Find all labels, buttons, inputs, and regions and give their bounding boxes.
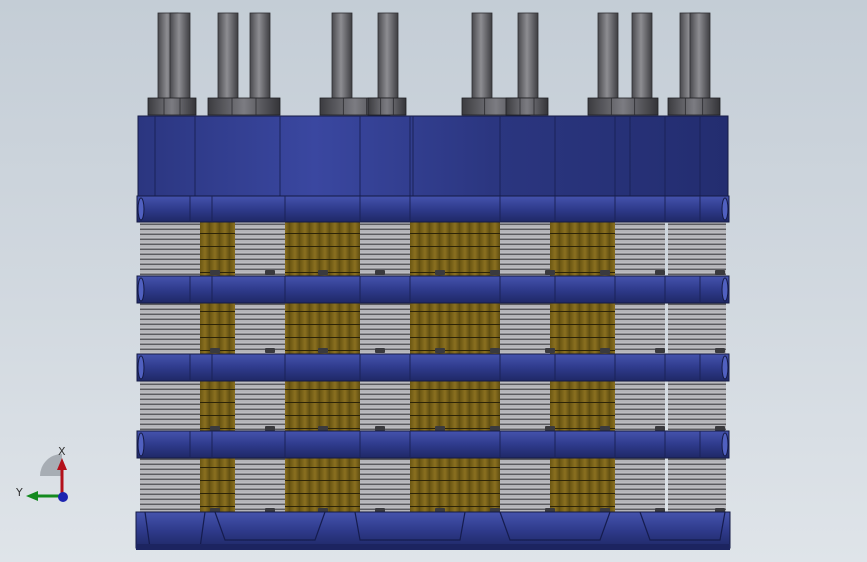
- hex-nut: [147, 97, 197, 116]
- spring-coil: [360, 380, 410, 432]
- core-nut: [715, 270, 725, 275]
- plate-end-cap: [721, 432, 729, 457]
- spring-coil: [500, 302, 550, 354]
- spring-coil: [668, 302, 726, 354]
- clamp-plate: [136, 275, 730, 304]
- plate-end-cap: [137, 277, 145, 302]
- bolt-stud: [249, 12, 271, 102]
- top-block: [137, 115, 729, 199]
- plate-end-cap: [721, 355, 729, 380]
- core-nut: [265, 426, 275, 431]
- clamp-plate: [136, 353, 730, 382]
- spring-coil: [668, 222, 726, 276]
- core-nut: [375, 270, 385, 275]
- spring-coil: [140, 380, 200, 432]
- core-nut: [655, 426, 665, 431]
- spring-coil: [360, 302, 410, 354]
- spring-coil: [668, 380, 726, 432]
- bottom-base: [135, 511, 731, 550]
- core-nut: [375, 426, 385, 431]
- core-nut: [600, 348, 610, 353]
- core-nut: [715, 426, 725, 431]
- bolt-stud: [689, 12, 711, 102]
- spring-coil: [500, 222, 550, 276]
- spring-coil: [500, 458, 550, 514]
- core-nut: [545, 348, 555, 353]
- coordinate-triad[interactable]: X Y: [15, 445, 68, 502]
- hex-nut: [587, 97, 659, 116]
- y-axis-arrowhead-icon: [26, 491, 38, 501]
- spring-coil: [615, 302, 665, 354]
- spring-coil: [668, 458, 726, 514]
- core-nut: [210, 270, 220, 275]
- clamp-plate: [136, 430, 730, 459]
- core-nut: [435, 270, 445, 275]
- core-nut: [435, 348, 445, 353]
- spring-coil: [615, 458, 665, 514]
- spring-coil: [235, 458, 285, 514]
- core-nut: [318, 270, 328, 275]
- spring-coil: [360, 222, 410, 276]
- core-nut: [265, 270, 275, 275]
- spring-coil: [615, 222, 665, 276]
- bolt-studs: [147, 12, 721, 116]
- core-nut: [655, 348, 665, 353]
- bolt-stud: [217, 12, 239, 102]
- core-nut: [210, 426, 220, 431]
- core-nut: [545, 270, 555, 275]
- bolt-stud: [377, 12, 399, 102]
- core-nut: [490, 426, 500, 431]
- core-nut: [655, 270, 665, 275]
- plate-end-cap: [137, 432, 145, 457]
- core-nut: [318, 426, 328, 431]
- model-viewport[interactable]: X Y: [0, 0, 867, 562]
- plate-end-cap: [721, 197, 729, 221]
- hex-nut: [207, 97, 281, 116]
- bolt-stud: [331, 12, 353, 102]
- spring-coil: [500, 380, 550, 432]
- spring-coil: [140, 302, 200, 354]
- core-nut: [490, 270, 500, 275]
- spring-coil: [615, 380, 665, 432]
- x-axis-label: X: [58, 445, 66, 458]
- core-nut: [375, 348, 385, 353]
- core-nut: [545, 426, 555, 431]
- core-nut: [600, 426, 610, 431]
- hex-nut: [367, 97, 407, 116]
- core-nut: [210, 348, 220, 353]
- y-axis-label: Y: [15, 486, 23, 499]
- core-nut: [318, 348, 328, 353]
- bolt-stud: [597, 12, 619, 102]
- plate-end-cap: [137, 355, 145, 380]
- core-nut: [435, 426, 445, 431]
- core-nut: [600, 270, 610, 275]
- bolt-stud: [169, 12, 191, 102]
- hex-nut: [667, 97, 721, 116]
- core-nut: [265, 348, 275, 353]
- plate-end-cap: [721, 277, 729, 302]
- spring-coil: [235, 380, 285, 432]
- spring-coil: [235, 302, 285, 354]
- clamp-plate: [136, 195, 730, 223]
- z-axis-dot-icon: [58, 492, 68, 502]
- core-nut: [490, 348, 500, 353]
- hex-nut: [505, 97, 549, 116]
- core-nut: [715, 348, 725, 353]
- bolt-stud: [631, 12, 653, 102]
- bolt-stud: [517, 12, 539, 102]
- bolt-stud: [471, 12, 493, 102]
- spring-coil: [360, 458, 410, 514]
- spring-coil: [140, 458, 200, 514]
- spring-coil: [235, 222, 285, 276]
- spring-coil: [140, 222, 200, 276]
- plate-end-cap: [137, 197, 145, 221]
